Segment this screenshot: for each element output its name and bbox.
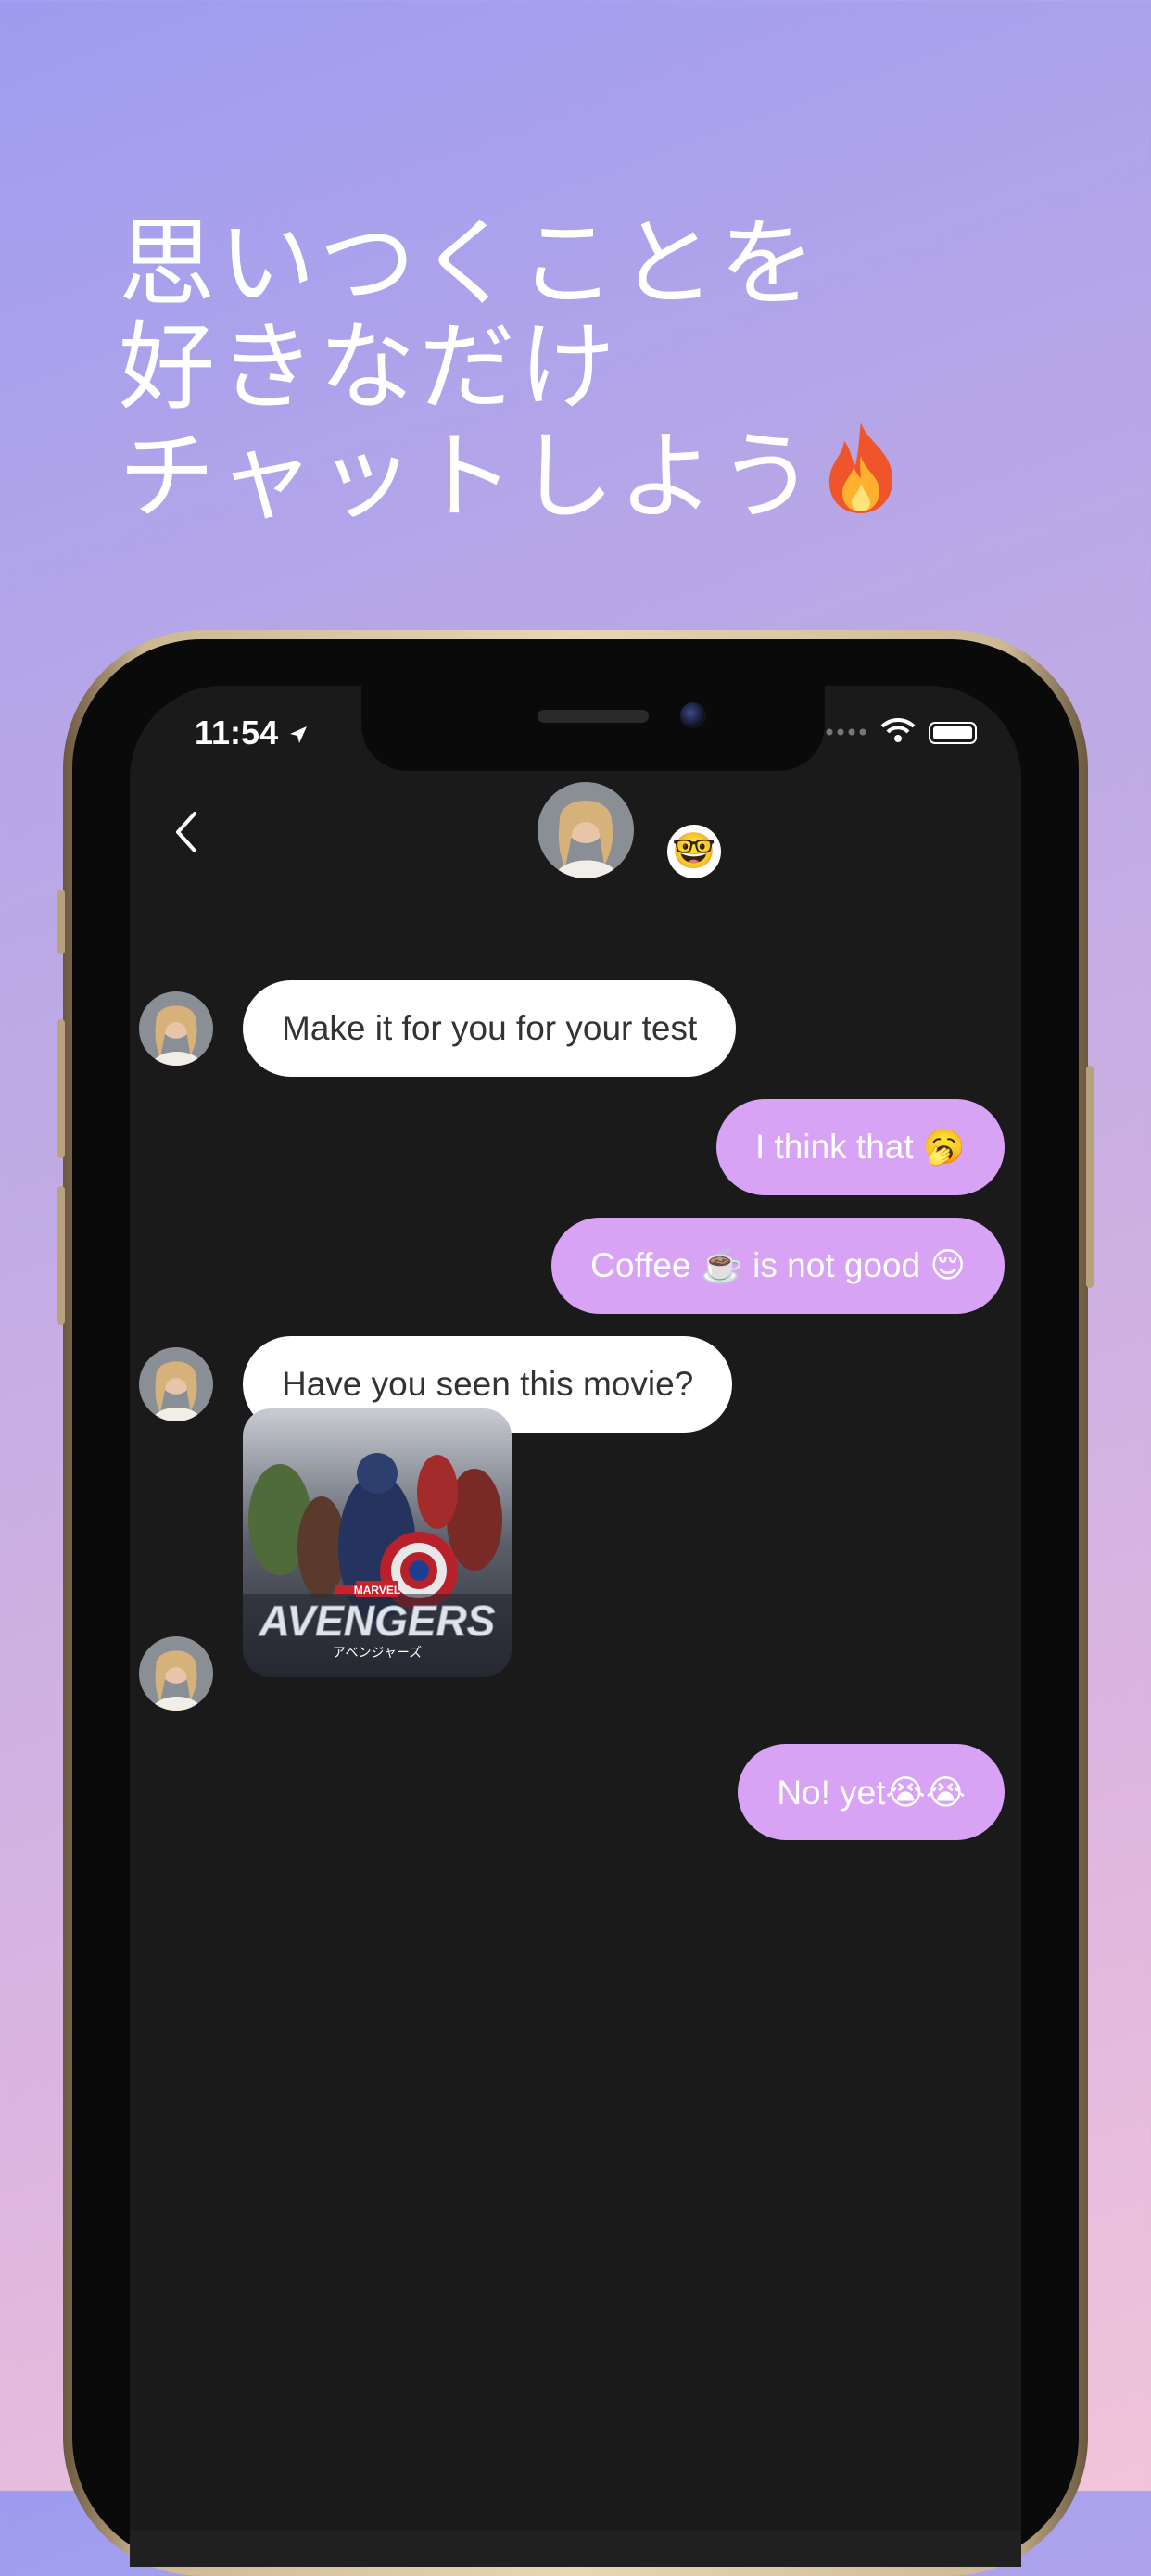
mute-switch (57, 890, 65, 954)
sender-avatar[interactable] (139, 1347, 213, 1421)
location-arrow-icon (287, 713, 310, 751)
chat-screen: 11:54 🤓 Make it for you for your test I … (130, 686, 1021, 2567)
notch (361, 686, 825, 771)
partner-status-emoji: 🤓 (667, 825, 721, 878)
svg-text:アベンジャーズ: アベンジャーズ (333, 1646, 422, 1661)
phone-frame: 11:54 🤓 Make it for you for your test I … (57, 630, 1094, 2576)
front-camera (680, 702, 706, 728)
flame-icon (818, 419, 904, 534)
headline-line-2: 好きなだけ (119, 310, 620, 423)
earpiece-speaker (538, 710, 649, 723)
volume-up-button (57, 1019, 65, 1158)
status-icons (825, 717, 977, 748)
partner-avatar[interactable] (538, 782, 634, 878)
status-time: 11:54 (195, 713, 310, 752)
wifi-icon (880, 717, 916, 748)
bottom-bar (130, 2530, 1021, 2567)
back-button[interactable] (167, 804, 213, 869)
headline-line-1: 思いつくことを (119, 207, 820, 320)
phone-bezel: 11:54 🤓 Make it for you for your test I … (72, 639, 1079, 2567)
movie-poster-image[interactable]: MARVEL AVENGERS アベンジャーズ (243, 1408, 512, 1677)
battery-icon (929, 721, 977, 744)
message-bubble-incoming[interactable]: Make it for you for your test (243, 980, 737, 1077)
headline-line-3: チャットしよう (119, 419, 904, 534)
sender-avatar[interactable] (139, 1636, 213, 1711)
status-time-text: 11:54 (195, 713, 279, 751)
message-bubble-outgoing[interactable]: I think that 🥱 (715, 1099, 1005, 1195)
svg-text:AVENGERS: AVENGERS (259, 1597, 496, 1645)
message-bubble-outgoing[interactable]: Coffee ☕️ is not good 😌 (551, 1218, 1005, 1314)
power-button (1086, 1066, 1094, 1288)
volume-down-button (57, 1186, 65, 1325)
headline: 思いつくことを 好きなだけ チャットしよう (119, 211, 904, 534)
message-bubble-outgoing[interactable]: No! yet😭😭 (738, 1744, 1005, 1840)
sender-avatar[interactable] (139, 991, 213, 1066)
signal-dots-icon (825, 725, 867, 741)
chevron-left-icon (167, 812, 204, 864)
svg-text:MARVEL: MARVEL (354, 1584, 400, 1597)
